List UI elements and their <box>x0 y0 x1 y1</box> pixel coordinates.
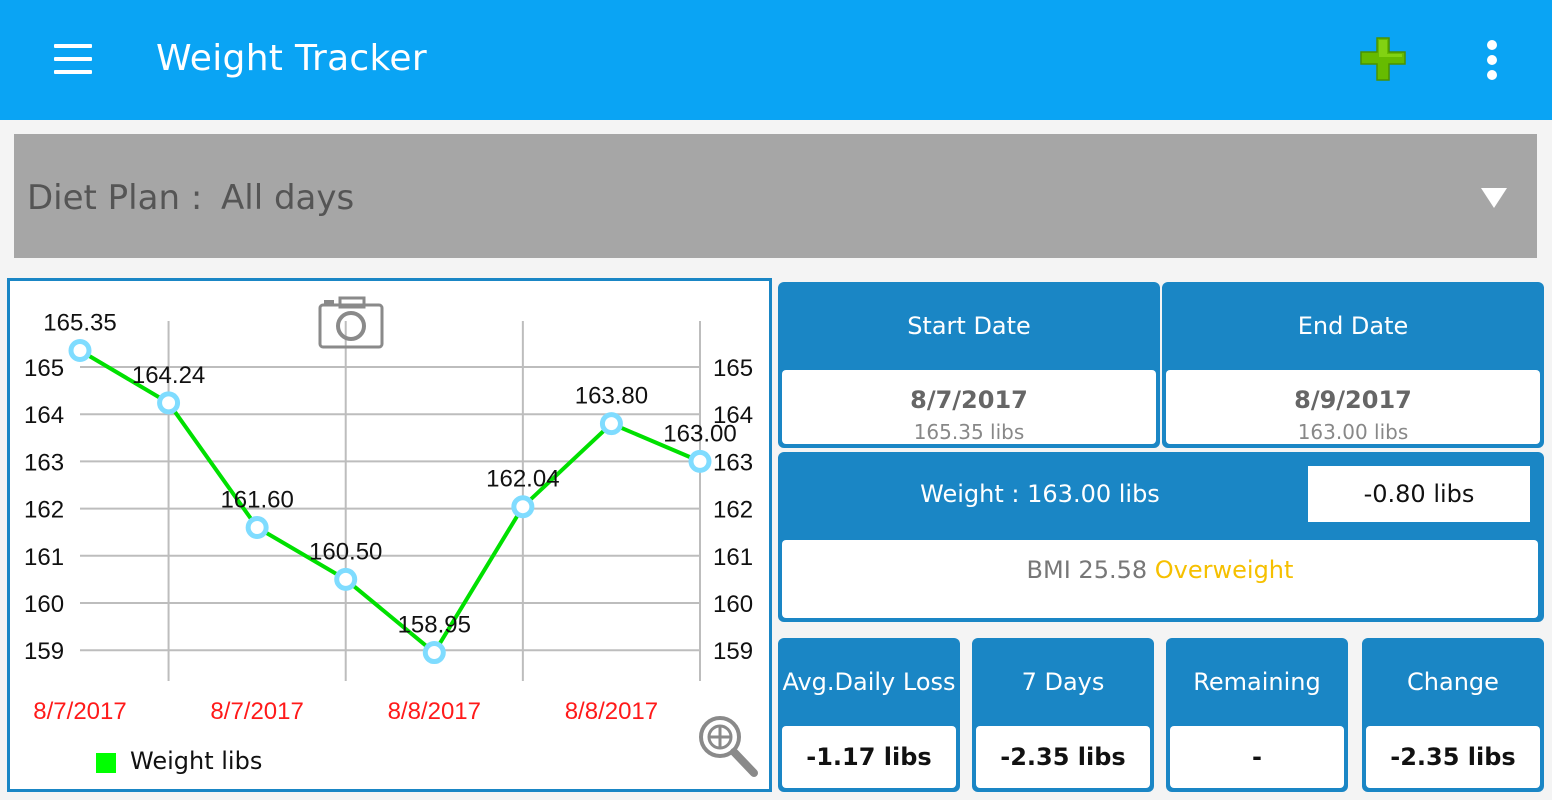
data-point-marker <box>688 449 712 473</box>
more-options-button[interactable] <box>1474 36 1510 84</box>
remaining-box: - <box>1170 726 1344 788</box>
y-tick-label-right: 160 <box>713 591 753 618</box>
change-value: -2.35 libs <box>1390 743 1516 771</box>
hamburger-menu-icon-bar <box>54 57 92 61</box>
avg-daily-loss-value: -1.17 libs <box>806 743 932 771</box>
remaining-label: Remaining <box>1193 668 1321 696</box>
dropdown-arrow-icon <box>1481 188 1507 208</box>
y-tick-label-left: 163 <box>24 449 64 476</box>
end-weight-value: 163.00 libs <box>1297 420 1409 444</box>
y-tick-label-right: 159 <box>713 638 753 665</box>
start-date-card[interactable]: Start Date 8/7/2017 165.35 libs <box>778 282 1160 448</box>
camera-icon <box>318 296 384 349</box>
end-date-label: End Date <box>1297 312 1409 340</box>
data-point-marker <box>157 391 181 415</box>
data-point-label: 161.60 <box>220 486 293 513</box>
legend-swatch <box>96 753 116 773</box>
diet-plan-dropdown[interactable]: Diet Plan : All days <box>14 134 1537 258</box>
bmi-box: BMI 25.58 Overweight <box>782 540 1538 618</box>
weight-chart-panel: 159 159 160 160 161 161 162 162 163 163 164 164 165 1… <box>7 278 772 792</box>
current-weight-card: Weight : 163.00 libs -0.80 libs BMI 25.5… <box>778 452 1544 622</box>
avg-daily-loss-label: Avg.Daily Loss <box>782 668 956 696</box>
remaining-card: Remaining - <box>1166 638 1348 792</box>
screenshot-button[interactable] <box>318 295 384 351</box>
change-card: Change -2.35 libs <box>1362 638 1544 792</box>
data-point-label: 163.80 <box>575 383 648 410</box>
change-box: -2.35 libs <box>1366 726 1540 788</box>
data-point-marker <box>599 412 623 436</box>
y-tick-label-left: 159 <box>24 638 64 665</box>
start-date-value: 8/7/2017 <box>910 386 1028 414</box>
seven-days-card: 7 Days -2.35 libs <box>972 638 1154 792</box>
change-label: Change <box>1407 668 1499 696</box>
data-point-label: 158.95 <box>398 612 471 639</box>
data-point-label: 160.50 <box>309 538 382 565</box>
app-bar: Weight Tracker <box>0 0 1552 120</box>
data-point-marker <box>334 567 358 591</box>
y-tick-label-left: 164 <box>24 402 64 429</box>
start-date-label: Start Date <box>907 312 1031 340</box>
seven-days-box: -2.35 libs <box>976 726 1150 788</box>
data-point-marker <box>511 495 535 519</box>
data-point-label: 162.04 <box>486 466 559 493</box>
data-point-label: 164.24 <box>132 362 205 389</box>
remaining-value: - <box>1252 743 1262 771</box>
legend-label: Weight libs <box>130 747 263 775</box>
y-tick-label-right: 165 <box>713 355 753 382</box>
y-tick-label-left: 165 <box>24 355 64 382</box>
weight-difference-value: -0.80 libs <box>1308 466 1530 522</box>
x-tick-label: 8/7/2017 <box>210 698 303 725</box>
data-point-marker <box>422 641 446 665</box>
y-tick-label-right: 161 <box>713 544 753 571</box>
seven-days-label: 7 Days <box>1021 668 1105 696</box>
data-point-marker <box>245 515 269 539</box>
avg-daily-loss-box: -1.17 libs <box>782 726 956 788</box>
menu-button[interactable] <box>48 38 98 82</box>
weight-line-chart[interactable]: 159 159160 160161 161162 162163 163164 164165 1… <box>10 281 769 789</box>
y-tick-label-right: 163 <box>713 449 753 476</box>
zoom-button[interactable] <box>696 713 760 779</box>
app-title: Weight Tracker <box>156 38 427 79</box>
y-tick-label-left: 161 <box>24 544 64 571</box>
zoom-magnifier-icon <box>699 716 758 777</box>
vertical-dots-icon <box>1487 40 1497 50</box>
data-point-label: 165.35 <box>43 309 116 336</box>
add-entry-button[interactable] <box>1358 36 1408 82</box>
bmi-category: Overweight <box>1154 556 1294 584</box>
bmi-value: BMI 25.58 <box>1026 556 1148 584</box>
avg-daily-loss-card: Avg.Daily Loss -1.17 libs <box>778 638 960 792</box>
end-date-box[interactable]: 8/9/2017 163.00 libs <box>1166 370 1540 444</box>
current-weight-text: Weight : 163.00 libs <box>920 480 1160 508</box>
diet-plan-label: Diet Plan : <box>27 178 203 218</box>
diet-plan-value: All days <box>221 178 355 218</box>
x-tick-label: 8/7/2017 <box>33 698 126 725</box>
data-point-marker <box>68 338 92 362</box>
data-point-label: 163.00 <box>663 420 736 447</box>
start-weight-value: 165.35 libs <box>913 420 1025 444</box>
y-tick-label-left: 160 <box>24 591 64 618</box>
y-tick-label-left: 162 <box>24 497 64 524</box>
green-plus-icon <box>1360 37 1406 81</box>
x-tick-label: 8/8/2017 <box>388 698 481 725</box>
hamburger-menu-icon-bar <box>54 70 92 74</box>
seven-days-value: -2.35 libs <box>1000 743 1126 771</box>
start-date-box[interactable]: 8/7/2017 165.35 libs <box>782 370 1156 444</box>
end-date-value: 8/9/2017 <box>1294 386 1412 414</box>
x-tick-label: 8/8/2017 <box>565 698 658 725</box>
y-tick-label-right: 162 <box>713 497 753 524</box>
vertical-dots-icon-dot <box>1487 70 1497 80</box>
end-date-card[interactable]: End Date 8/9/2017 163.00 libs <box>1162 282 1544 448</box>
vertical-dots-icon-dot <box>1487 55 1497 65</box>
hamburger-menu-icon <box>54 44 92 48</box>
